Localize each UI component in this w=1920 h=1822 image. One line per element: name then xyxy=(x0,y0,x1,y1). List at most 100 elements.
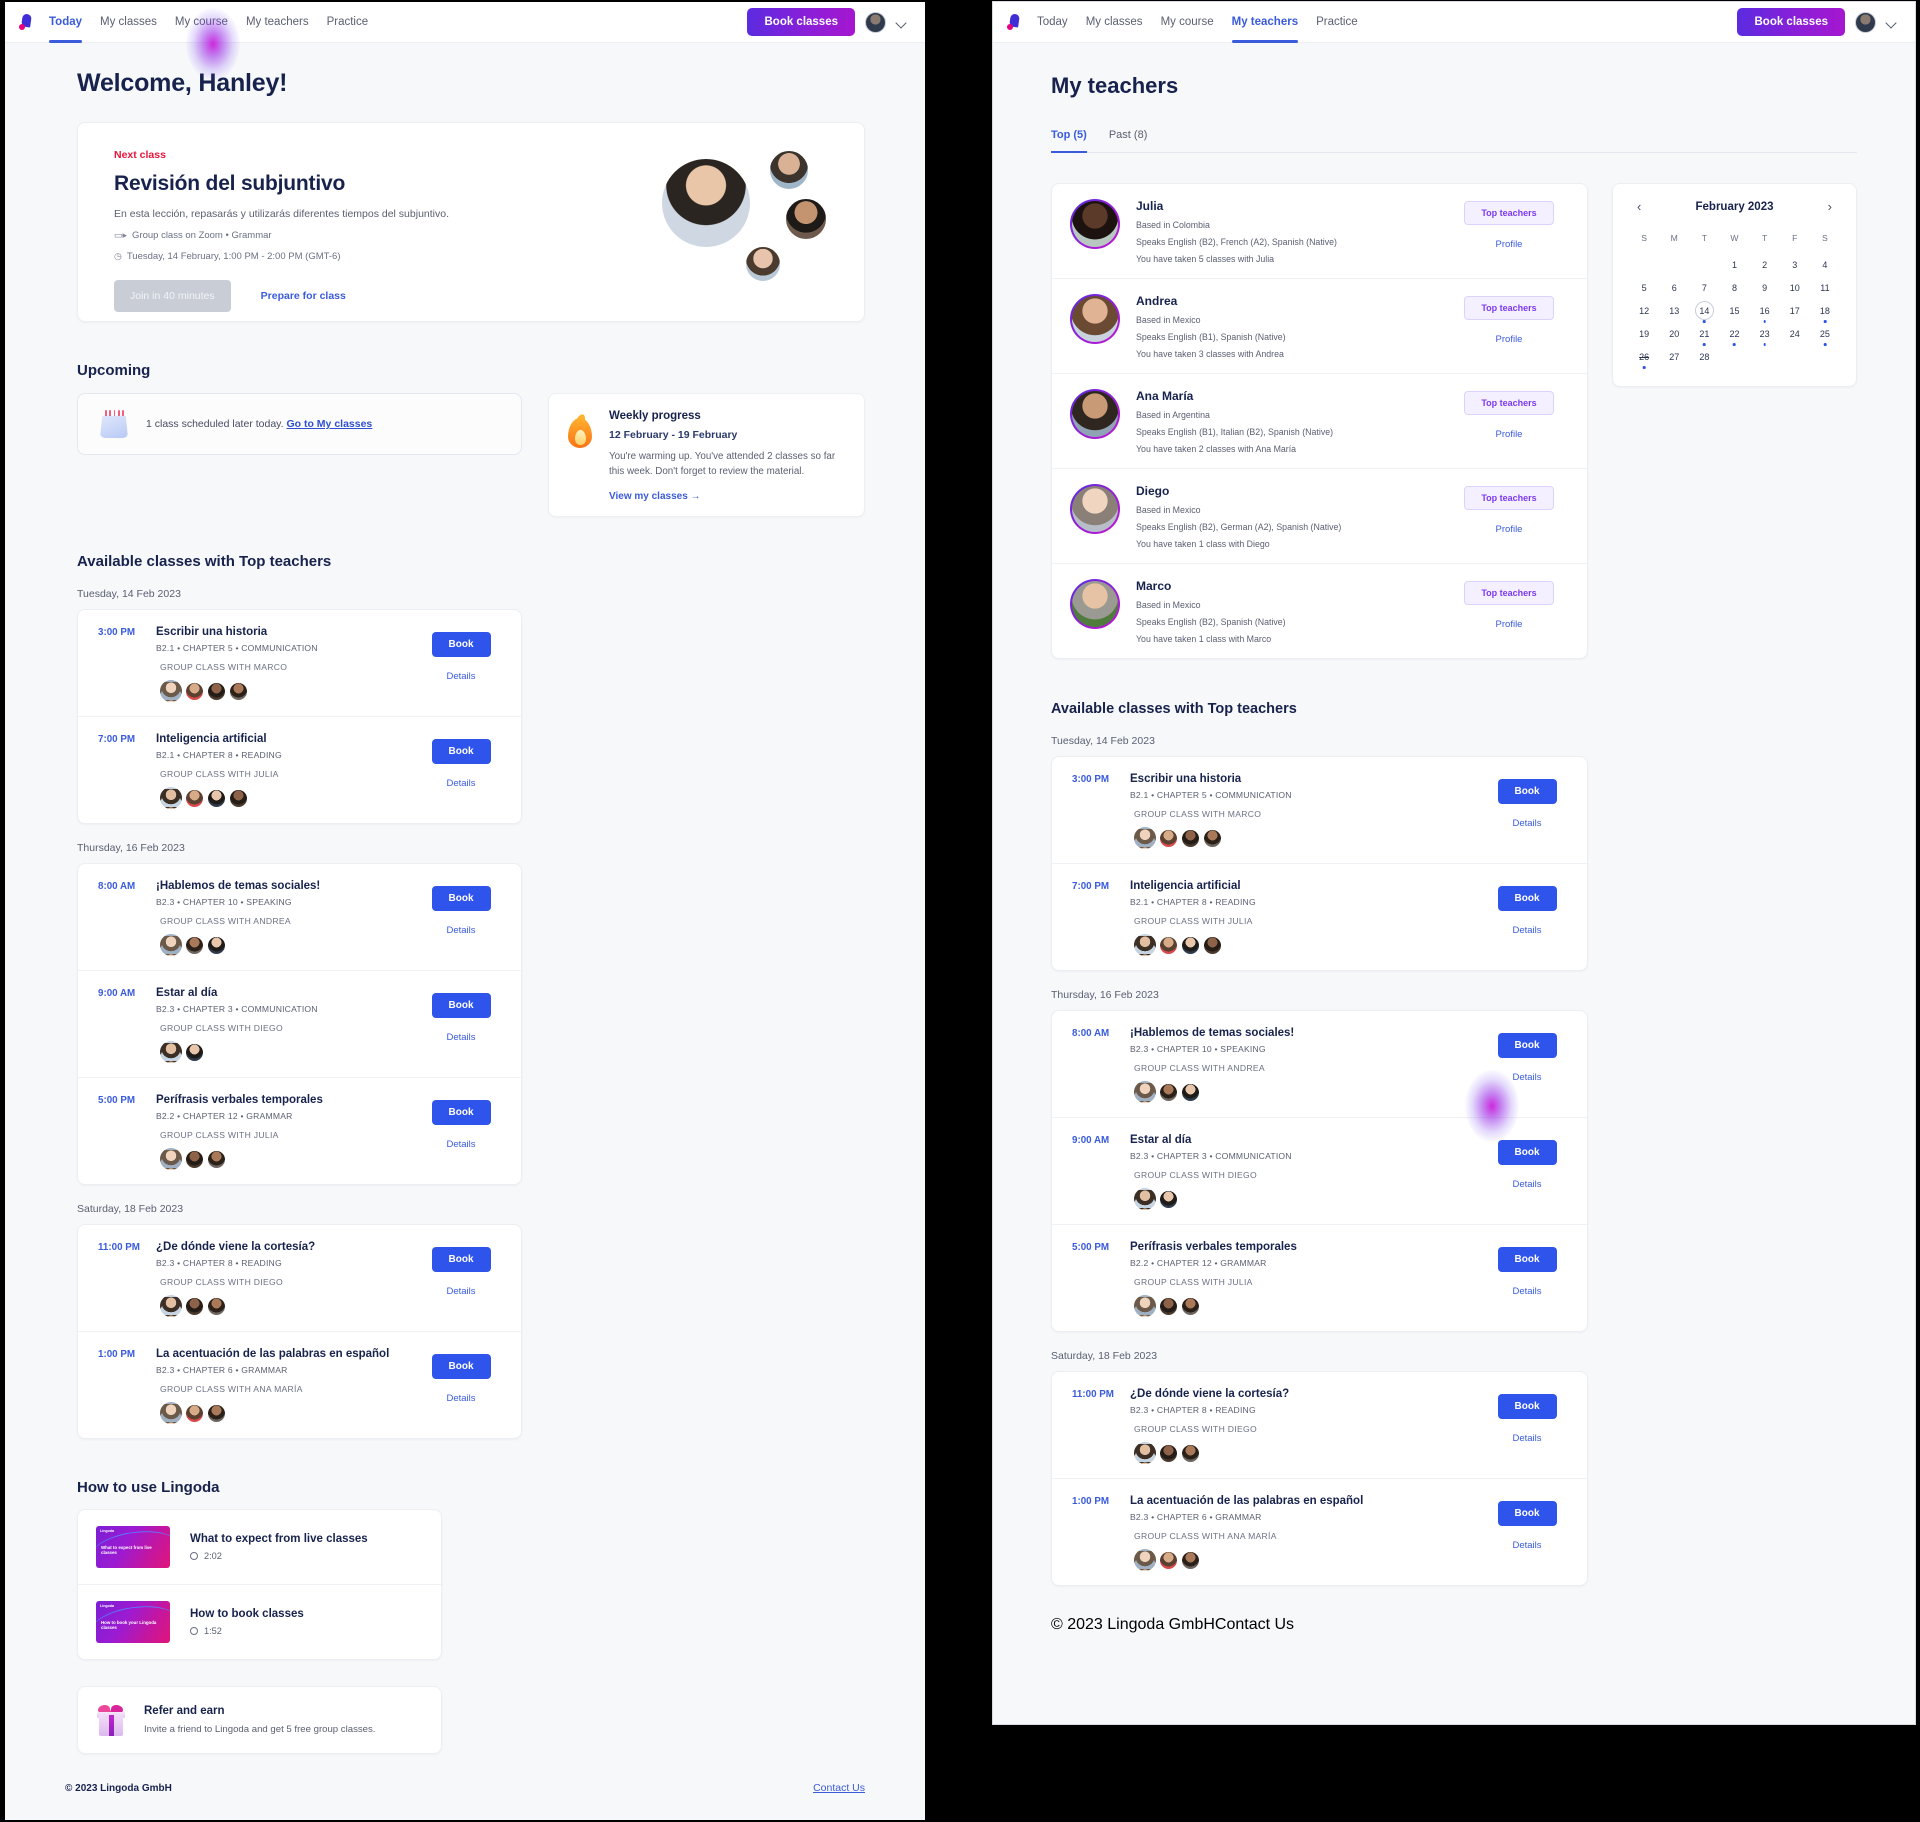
calendar-day-22[interactable]: 22 xyxy=(1719,322,1749,346)
calendar-day-17[interactable]: 17 xyxy=(1780,299,1810,322)
chevron-down-icon[interactable] xyxy=(1886,17,1897,28)
video-thumbnail[interactable]: Lingoda What to expect from live classes xyxy=(96,1526,170,1569)
calendar-day-27[interactable]: 27 xyxy=(1659,345,1689,368)
calendar-day-9[interactable]: 9 xyxy=(1750,276,1780,299)
nav-link-today[interactable]: Today xyxy=(1037,2,1068,43)
calendar-day-19[interactable]: 19 xyxy=(1629,322,1659,345)
chevron-down-icon[interactable] xyxy=(896,17,907,28)
calendar-day-16[interactable]: 16 xyxy=(1750,299,1780,323)
nav-link-my-course[interactable]: My course xyxy=(1161,2,1214,43)
tab-past[interactable]: Past (8) xyxy=(1109,129,1148,152)
refer-and-earn-card[interactable]: Refer and earn Invite a friend to Lingod… xyxy=(77,1686,442,1755)
details-link[interactable]: Details xyxy=(1512,1433,1541,1444)
calendar-day-14[interactable]: 14 xyxy=(1689,299,1719,323)
details-link[interactable]: Details xyxy=(446,1032,475,1043)
nav-link-my-classes[interactable]: My classes xyxy=(100,2,157,43)
top-teachers-badge[interactable]: Top teachers xyxy=(1464,581,1554,605)
video-thumbnail[interactable]: Lingoda How to book your Lingoda classes xyxy=(96,1601,170,1644)
calendar-day-25[interactable]: 25 xyxy=(1810,322,1840,346)
calendar-day-18[interactable]: 18 xyxy=(1810,299,1840,323)
view-my-classes-link[interactable]: View my classes → xyxy=(609,491,844,502)
book-button[interactable]: Book xyxy=(431,739,491,765)
profile-link[interactable]: Profile xyxy=(1496,239,1523,250)
top-teachers-badge[interactable]: Top teachers xyxy=(1464,201,1554,225)
contact-us-link-left[interactable]: Contact Us xyxy=(813,1782,865,1794)
calendar-prev-icon[interactable]: ‹ xyxy=(1633,200,1645,213)
book-button[interactable]: Book xyxy=(431,1247,491,1273)
calendar-day-2[interactable]: 2 xyxy=(1750,253,1780,276)
nav-link-my-course[interactable]: My course xyxy=(175,2,228,43)
top-teachers-badge[interactable]: Top teachers xyxy=(1464,486,1554,510)
details-link[interactable]: Details xyxy=(446,925,475,936)
calendar-day-1[interactable]: 1 xyxy=(1719,253,1749,276)
book-button[interactable]: Book xyxy=(431,632,491,658)
book-button[interactable]: Book xyxy=(1497,1501,1557,1526)
book-classes-button[interactable]: Book classes xyxy=(1737,8,1845,36)
howto-video-row[interactable]: Lingoda What to expect from live classes W… xyxy=(78,1510,441,1584)
details-link[interactable]: Details xyxy=(1512,818,1541,829)
profile-link[interactable]: Profile xyxy=(1496,429,1523,440)
profile-link[interactable]: Profile xyxy=(1496,619,1523,630)
details-link[interactable]: Details xyxy=(446,1139,475,1150)
calendar-day-15[interactable]: 15 xyxy=(1719,299,1749,322)
book-button[interactable]: Book xyxy=(1497,779,1557,804)
calendar-day-7[interactable]: 7 xyxy=(1689,276,1719,299)
nav-link-practice[interactable]: Practice xyxy=(327,2,369,43)
book-button[interactable]: Book xyxy=(431,886,491,912)
nav-link-practice[interactable]: Practice xyxy=(1316,2,1358,43)
details-link[interactable]: Details xyxy=(446,1286,475,1297)
calendar-day-6[interactable]: 6 xyxy=(1659,276,1689,299)
avatar[interactable] xyxy=(865,11,886,33)
book-button[interactable]: Book xyxy=(1497,1140,1557,1165)
calendar-day-13[interactable]: 13 xyxy=(1659,299,1689,322)
nav-link-my-classes[interactable]: My classes xyxy=(1086,2,1143,43)
top-teachers-badge[interactable]: Top teachers xyxy=(1464,296,1554,320)
calendar-day-21[interactable]: 21 xyxy=(1689,322,1719,346)
calendar-next-icon[interactable]: › xyxy=(1824,200,1836,213)
details-link[interactable]: Details xyxy=(1512,1179,1541,1190)
book-button[interactable]: Book xyxy=(431,1100,491,1126)
details-link[interactable]: Details xyxy=(1512,1540,1541,1551)
calendar-day-20[interactable]: 20 xyxy=(1659,322,1689,345)
calendar-day-10[interactable]: 10 xyxy=(1780,276,1810,299)
profile-link[interactable]: Profile xyxy=(1496,334,1523,345)
calendar-day-8[interactable]: 8 xyxy=(1719,276,1749,299)
calendar-day-12[interactable]: 12 xyxy=(1629,299,1659,322)
tab-top[interactable]: Top (5) xyxy=(1051,129,1087,153)
calendar-day-24[interactable]: 24 xyxy=(1780,322,1810,345)
calendar-day-23[interactable]: 23 xyxy=(1750,322,1780,346)
nav-link-my-teachers[interactable]: My teachers xyxy=(1231,2,1299,43)
calendar-day-11[interactable]: 11 xyxy=(1810,276,1840,299)
contact-us-link-right[interactable]: Contact Us xyxy=(1215,1616,1294,1634)
details-link[interactable]: Details xyxy=(446,671,475,682)
calendar-day-26[interactable]: 26 xyxy=(1629,345,1659,369)
details-link[interactable]: Details xyxy=(1512,1286,1541,1297)
calendar-day-4[interactable]: 4 xyxy=(1810,253,1840,276)
calendar-day-3[interactable]: 3 xyxy=(1780,253,1810,276)
calendar-day-5[interactable]: 5 xyxy=(1629,276,1659,299)
join-class-button[interactable]: Join in 40 minutes xyxy=(114,280,231,312)
details-link[interactable]: Details xyxy=(446,1393,475,1404)
class-row: 9:00 AM Estar al día B2.3 • CHAPTER 3 • CO… xyxy=(1052,1117,1587,1224)
lingoda-logo[interactable] xyxy=(5,12,49,31)
profile-link[interactable]: Profile xyxy=(1496,524,1523,535)
calendar-day-28[interactable]: 28 xyxy=(1689,345,1719,368)
prepare-for-class-link[interactable]: Prepare for class xyxy=(261,290,346,302)
top-teachers-badge[interactable]: Top teachers xyxy=(1464,391,1554,415)
details-link[interactable]: Details xyxy=(1512,925,1541,936)
details-link[interactable]: Details xyxy=(446,778,475,789)
book-button[interactable]: Book xyxy=(1497,1033,1557,1058)
book-button[interactable]: Book xyxy=(1497,1394,1557,1419)
book-button[interactable]: Book xyxy=(431,1354,491,1380)
book-button[interactable]: Book xyxy=(1497,886,1557,911)
howto-video-row[interactable]: Lingoda How to book your Lingoda classes H… xyxy=(78,1584,441,1659)
details-link[interactable]: Details xyxy=(1512,1072,1541,1083)
avatar[interactable] xyxy=(1855,11,1876,33)
lingoda-logo[interactable] xyxy=(993,12,1037,31)
nav-link-my-teachers[interactable]: My teachers xyxy=(246,2,309,43)
book-button[interactable]: Book xyxy=(431,993,491,1019)
nav-link-today[interactable]: Today xyxy=(49,2,83,43)
go-to-my-classes-link[interactable]: Go to My classes xyxy=(286,418,372,430)
book-button[interactable]: Book xyxy=(1497,1247,1557,1272)
book-classes-button[interactable]: Book classes xyxy=(747,8,855,36)
